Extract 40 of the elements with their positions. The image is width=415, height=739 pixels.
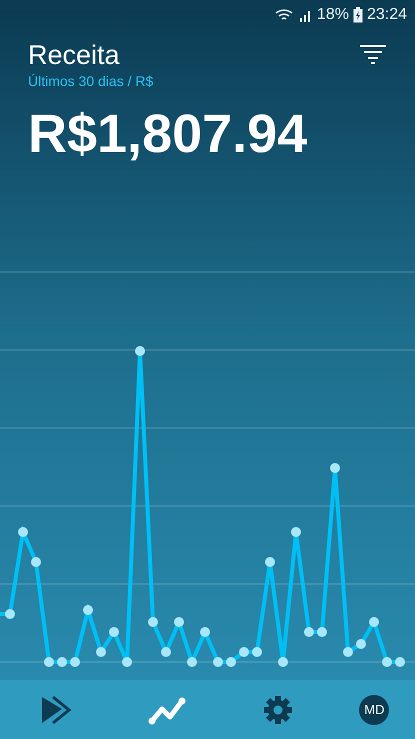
period-subtitle: Últimos 30 dias / R$	[28, 73, 154, 89]
data-point	[5, 609, 15, 619]
signal-icon	[298, 8, 313, 22]
data-point	[18, 527, 28, 537]
data-point	[213, 657, 223, 667]
data-point	[265, 557, 275, 567]
data-point	[44, 657, 54, 667]
data-point	[226, 657, 236, 667]
data-point	[239, 647, 249, 657]
data-point	[369, 617, 379, 627]
data-point	[356, 639, 366, 649]
data-point	[278, 657, 288, 667]
data-point	[187, 657, 197, 667]
data-point	[96, 647, 106, 657]
data-point	[200, 627, 210, 637]
revenue-total: R$1,807.94	[28, 103, 308, 165]
data-point	[382, 657, 392, 667]
battery-icon	[352, 7, 363, 23]
battery-percent: 18%	[316, 6, 349, 24]
data-point	[343, 647, 353, 657]
data-point	[148, 617, 158, 627]
data-point	[135, 346, 145, 356]
data-point	[122, 657, 132, 667]
data-point	[291, 527, 301, 537]
data-point	[174, 617, 184, 627]
data-point	[57, 657, 67, 667]
page-title: Receita	[28, 39, 121, 72]
wifi-icon	[274, 8, 295, 22]
profile-avatar[interactable]: MD	[359, 694, 390, 724]
data-point	[31, 557, 41, 567]
data-point	[83, 605, 93, 615]
data-point	[252, 647, 262, 657]
data-point	[304, 627, 314, 637]
data-point	[70, 657, 80, 667]
data-point	[161, 647, 171, 657]
data-point	[109, 627, 119, 637]
data-point	[330, 463, 340, 473]
clock-time: 23:24	[366, 6, 407, 24]
data-point	[395, 657, 405, 667]
data-point	[317, 627, 327, 637]
